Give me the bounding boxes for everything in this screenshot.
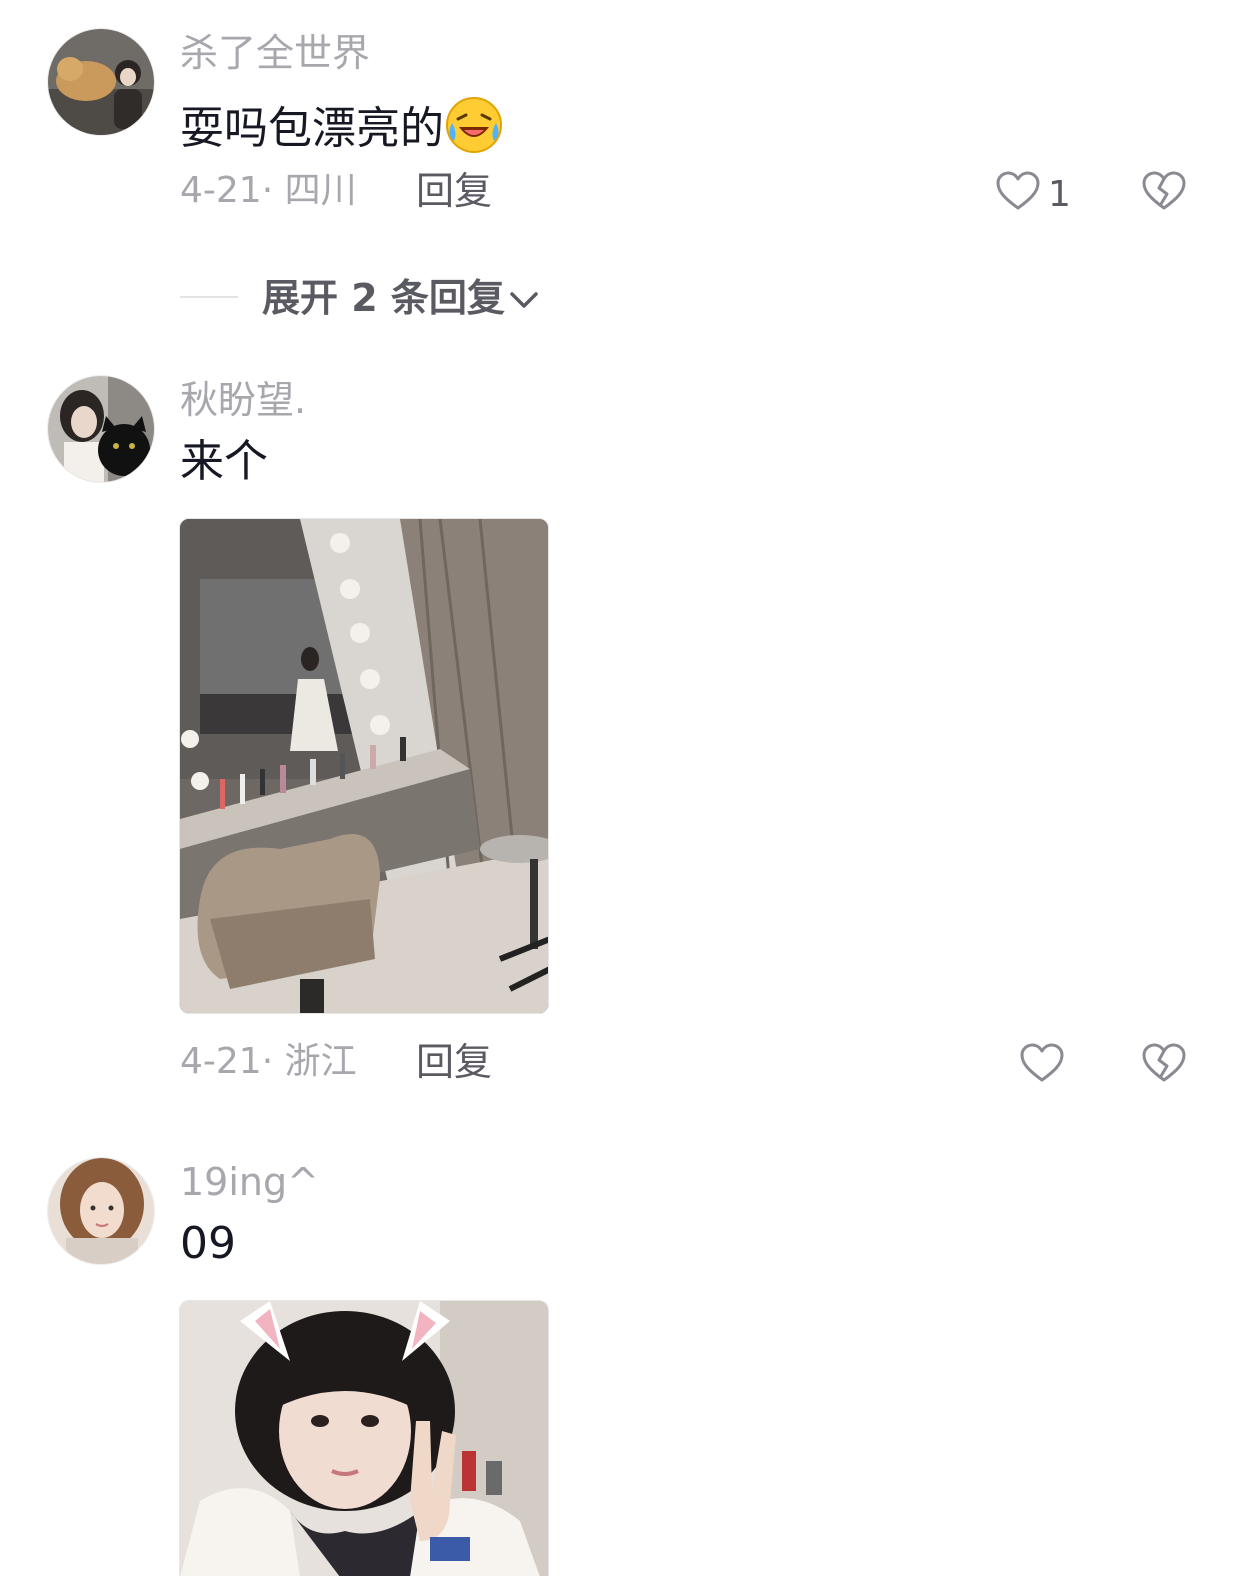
like-button[interactable] <box>994 168 1042 216</box>
comment-meta: 4-21· 四川 <box>180 170 357 211</box>
comment-text: 来个 <box>180 436 268 487</box>
dislike-button[interactable] <box>1140 168 1188 216</box>
expand-replies-label: 展开 2 条回复 <box>262 276 505 320</box>
avatar[interactable] <box>47 1157 155 1265</box>
comment-username[interactable]: 杀了全世界 <box>180 34 370 72</box>
avatar[interactable] <box>47 28 155 136</box>
heart-outline-icon <box>996 171 1040 210</box>
comment-text: 09 <box>180 1218 236 1269</box>
reply-button[interactable]: 回复 <box>416 172 492 210</box>
comment-meta: 4-21· 浙江 <box>180 1041 357 1082</box>
comment-username[interactable]: 19ing^ <box>180 1163 319 1201</box>
comment-image[interactable] <box>179 518 549 1014</box>
comment-username[interactable]: 秋盼望. <box>180 381 306 419</box>
reply-button[interactable]: 回复 <box>416 1043 492 1081</box>
like-count: 1 <box>1048 174 1071 215</box>
expand-divider <box>180 296 238 298</box>
dislike-button[interactable] <box>1140 1040 1188 1088</box>
expand-replies-button[interactable]: 展开 2 条回复 <box>262 279 539 317</box>
broken-heart-icon <box>1142 1043 1186 1082</box>
like-button[interactable] <box>1018 1040 1066 1088</box>
comment-text: 耍吗包漂亮的 <box>180 95 504 155</box>
heart-outline-icon <box>1020 1043 1064 1082</box>
chevron-down-icon <box>510 292 538 308</box>
avatar[interactable] <box>47 375 155 483</box>
laughing-crying-face-icon <box>446 97 502 153</box>
comment-image[interactable] <box>179 1300 549 1576</box>
broken-heart-icon <box>1142 171 1186 210</box>
